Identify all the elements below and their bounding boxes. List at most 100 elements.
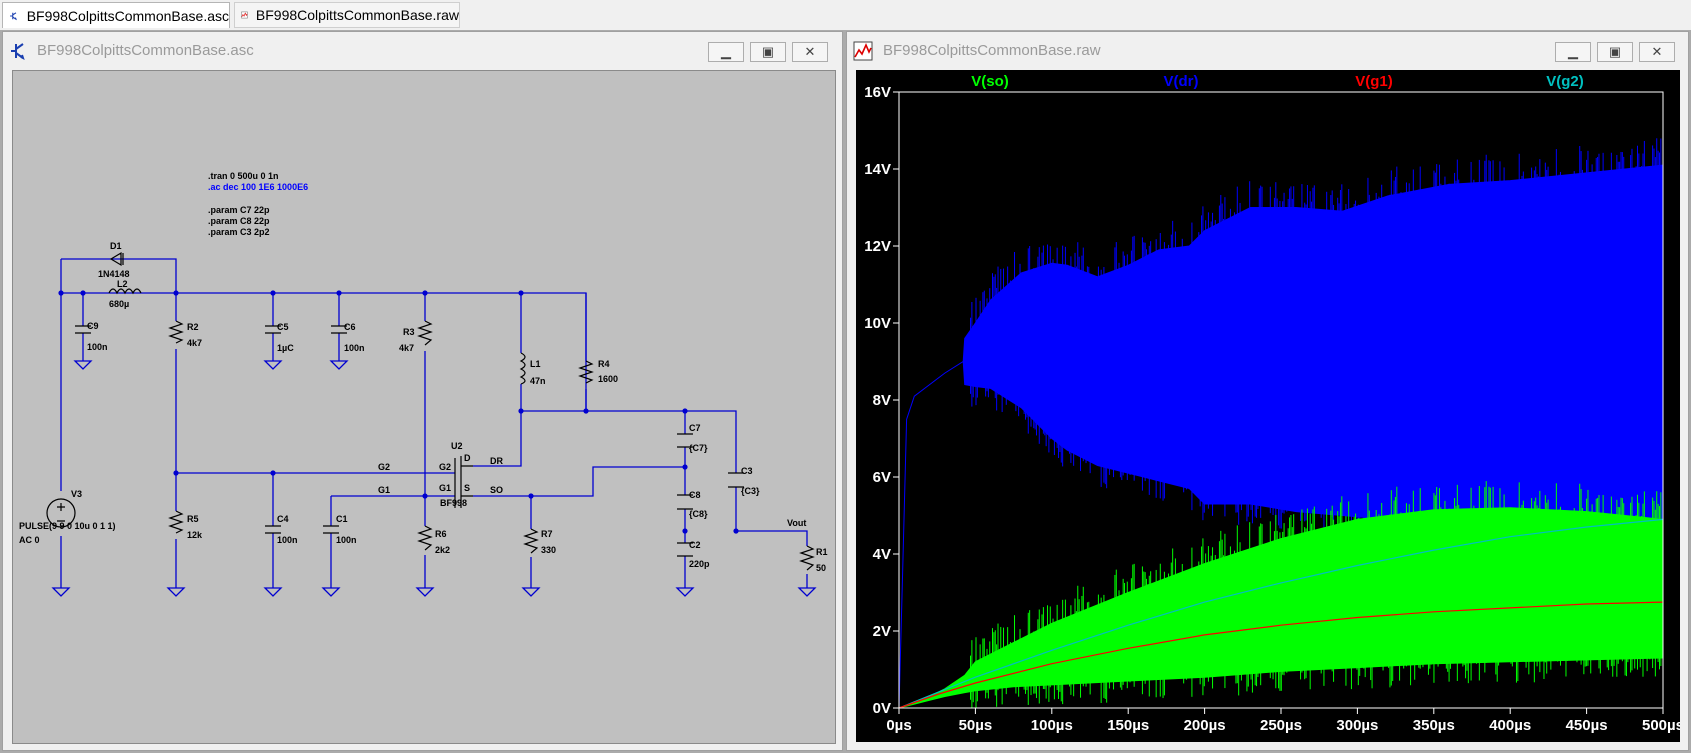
r2-value: 4k7 [187,338,202,348]
directive-ac: .ac dec 100 1E6 1000E6 [208,182,308,192]
c6-value: 100n [344,343,365,353]
r6-value: 2k2 [435,545,450,555]
minimize-button[interactable]: ▁ [708,42,744,62]
document-tab-bar: BF998ColpittsCommonBase.asc BF998Colpitt… [0,0,1691,31]
y-tick-label: 4V [873,546,891,563]
y-tick-label: 0V [873,700,891,717]
y-axis: 0V 2V 4V 6V 8V 10V 12V 14V 16V [864,84,899,717]
legend-v-g2[interactable]: V(g2) [1546,73,1584,90]
net-label-vout: Vout [787,518,806,528]
l1-value: 47n [530,376,546,386]
schematic-drawing[interactable]: .tran 0 500u 0 1n .ac dec 100 1E6 1000E6… [13,71,835,743]
c4-ref: C4 [277,514,289,524]
y-tick-label: 8V [873,392,891,409]
waveform-titlebar[interactable]: BF998ColpittsCommonBase.raw ▁ ▣ ✕ [847,32,1688,68]
net-label-dr: DR [490,456,503,466]
maximize-icon: ▣ [761,44,775,59]
x-tick-label: 250µs [1260,717,1302,734]
c7-ref: C7 [689,423,701,433]
x-tick-label: 200µs [1184,717,1226,734]
v3-ref: V3 [71,489,82,499]
x-axis: 0µs 50µs 100µs 150µs 200µs 250µs 300µs 350µs 400… [886,708,1684,734]
c5-value: 1µC [277,343,294,353]
r7-value: 330 [541,545,556,555]
junctions [58,290,739,534]
tab-schematic[interactable]: BF998ColpittsCommonBase.asc [2,2,230,28]
directive-tran: .tran 0 500u 0 1n [208,171,279,181]
y-tick-label: 10V [864,315,891,332]
schematic-titlebar[interactable]: BF998ColpittsCommonBase.asc ▁ ▣ ✕ [3,32,842,68]
r4-ref: R4 [598,359,610,369]
x-tick-label: 450µs [1566,717,1608,734]
maximize-button[interactable]: ▣ [1597,42,1633,62]
waveform-icon [241,11,248,19]
y-tick-label: 2V [873,623,891,640]
x-tick-label: 50µs [959,717,993,734]
c2-value: 220p [689,559,710,569]
pin-label-s: S [464,483,470,493]
l2-value: 680µ [109,299,129,309]
legend-v-so[interactable]: V(so) [971,73,1009,90]
waveform-icon [853,41,873,61]
schematic-canvas[interactable]: .tran 0 500u 0 1n .ac dec 100 1E6 1000E6… [12,70,836,744]
r3-ref: R3 [403,327,415,337]
r3-value: 4k7 [399,343,414,353]
u2-ref: U2 [451,441,463,451]
y-tick-label: 16V [864,84,891,101]
schematic-icon [10,11,17,20]
x-tick-label: 350µs [1413,717,1455,734]
d1-value: 1N4148 [98,269,130,279]
directive-param-c3: .param C3 2p2 [208,227,270,237]
c6-ref: C6 [344,322,356,332]
legend-v-dr[interactable]: V(dr) [1164,73,1199,90]
c3-ref: C3 [741,466,753,476]
net-label-g2: G2 [378,462,390,472]
close-icon: ✕ [804,44,816,59]
y-tick-label: 14V [864,161,891,178]
close-button[interactable]: ✕ [1639,42,1675,62]
close-icon: ✕ [1651,44,1663,59]
pin-label-g1: G1 [439,483,451,493]
l1-ref: L1 [530,359,541,369]
waveform-window[interactable]: BF998ColpittsCommonBase.raw ▁ ▣ ✕ 0V 2V 4V… [846,31,1689,751]
l2-ref: L2 [117,279,128,289]
tab-waveform[interactable]: BF998ColpittsCommonBase.raw [234,2,460,28]
x-tick-label: 100µs [1031,717,1073,734]
close-button[interactable]: ✕ [792,42,828,62]
minimize-button[interactable]: ▁ [1555,42,1591,62]
c1-value: 100n [336,535,357,545]
c9-value: 100n [87,342,108,352]
r1-ref: R1 [816,547,828,557]
x-tick-label: 150µs [1107,717,1149,734]
net-label-so: SO [490,485,503,495]
d1-ref: D1 [110,241,122,251]
pin-label-g2: G2 [439,462,451,472]
schematic-window[interactable]: BF998ColpittsCommonBase.asc ▁ ▣ ✕ .tran … [2,31,843,751]
r1-value: 50 [816,563,826,573]
pin-label-d: D [464,453,471,463]
r5-value: 12k [187,530,203,540]
directive-param-c8: .param C8 22p [208,216,270,226]
c3-value: {C3} [741,486,760,496]
r7-ref: R7 [541,529,553,539]
schematic-icon [11,43,25,60]
minimize-icon: ▁ [1568,44,1578,59]
maximize-icon: ▣ [1608,44,1622,59]
v3-ac: AC 0 [19,535,40,545]
waveform-plot[interactable]: 0V 2V 4V 6V 8V 10V 12V 14V 16V 0µs 50µs 100µs 150µs… [856,70,1684,742]
y-tick-label: 12V [864,238,891,255]
waveform-plot-pane[interactable]: 0V 2V 4V 6V 8V 10V 12V 14V 16V 0µs 50µs 100µs 150µs… [856,70,1684,742]
legend-v-g1[interactable]: V(g1) [1355,73,1393,90]
maximize-button[interactable]: ▣ [750,42,786,62]
c2-ref: C2 [689,540,701,550]
v3-value: PULSE(9 9 0 10u 0 1 1) [19,521,116,531]
y-tick-label: 6V [873,469,891,486]
c8-ref: C8 [689,490,701,500]
c9-ref: C9 [87,321,99,331]
x-tick-label: 0µs [886,717,911,734]
r4-value: 1600 [598,374,618,384]
c1-ref: C1 [336,514,348,524]
c8-value: {C8} [689,509,708,519]
schematic-window-title: BF998ColpittsCommonBase.asc [37,42,254,59]
u2-value: BF998 [440,498,467,508]
